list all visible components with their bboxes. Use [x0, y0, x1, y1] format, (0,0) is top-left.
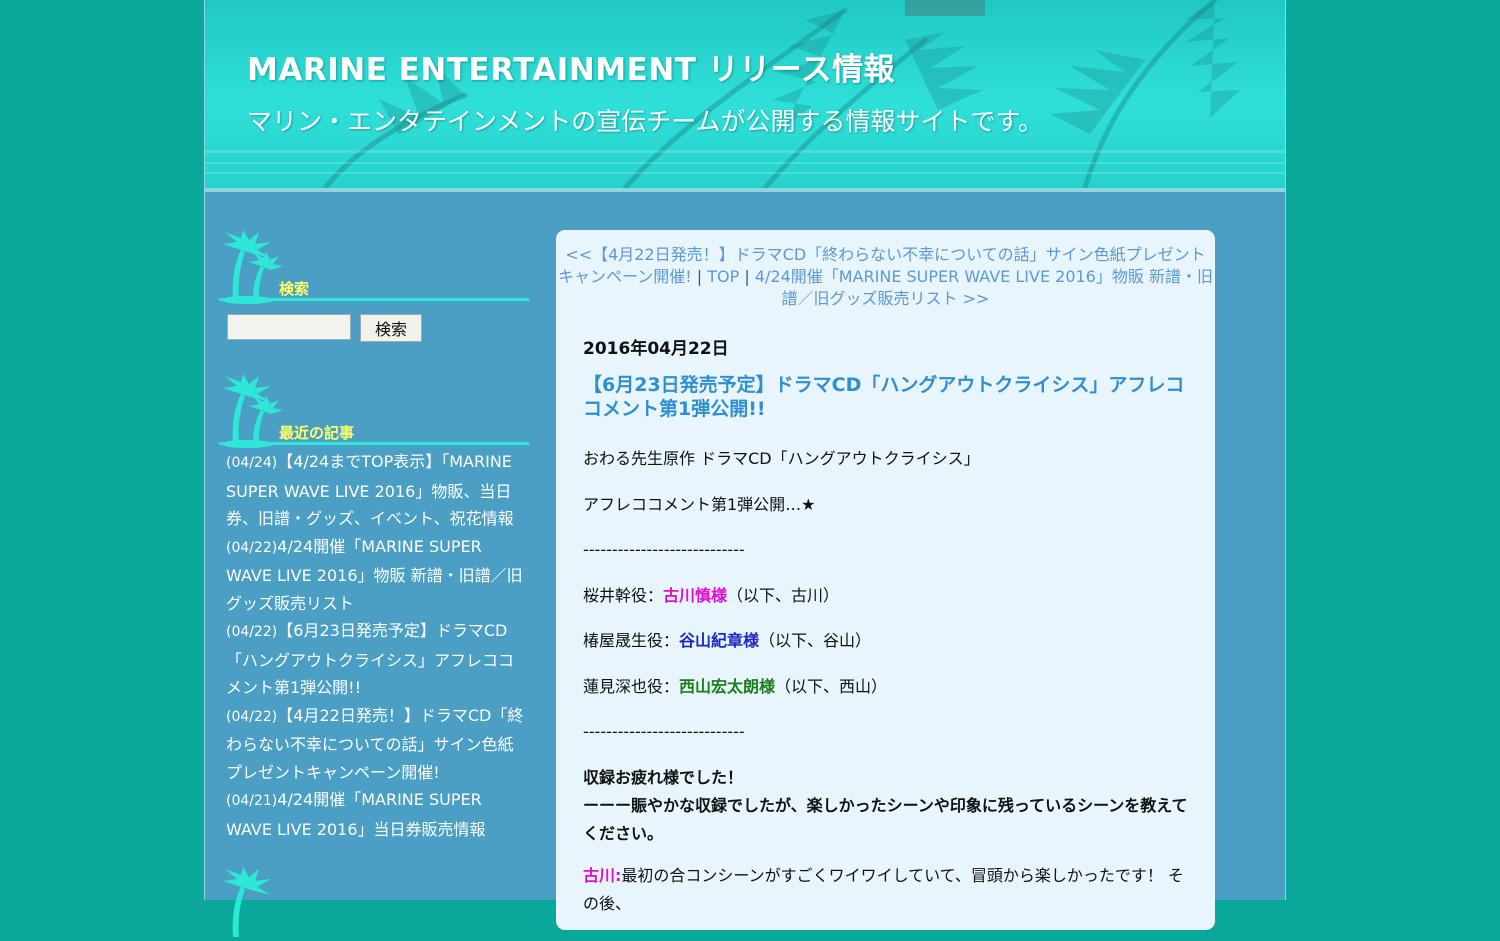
entry-answer: 古川:最初の合コンシーンがすごくワイワイしていて、冒頭から楽しかったです！ その…: [583, 862, 1198, 918]
main-content: <<【4月22日発売！】ドラマCD「終わらない不幸についての話」サイン色紙プレゼ…: [556, 230, 1215, 930]
cast-role: 桜井幹役：: [583, 585, 664, 605]
next-entry-link[interactable]: 4/24開催「MARINE SUPER WAVE LIVE 2016」物販 新譜…: [755, 267, 1213, 308]
recent-post-item[interactable]: (04/22)【6月23日発売予定】ドラマCD「ハングアウトクライシス」アフレコ…: [226, 617, 526, 702]
entry-intro-line: おわる先生原作 ドラマCD「ハングアウトクライシス」: [583, 449, 980, 468]
entry-greeting: 収録お疲れ様でした！: [583, 767, 744, 787]
recent-posts-list: (04/24)【4/24までTOP表示】「MARINE SUPER WAVE L…: [219, 448, 526, 843]
cast-name: 古川慎様: [663, 585, 728, 605]
cast-role: 椿屋晟生役：: [583, 631, 680, 650]
palm-leaves-header-art: [205, 0, 1285, 188]
header-divider: [205, 188, 1285, 192]
recent-post-item[interactable]: (04/24)【4/24までTOP表示】「MARINE SUPER WAVE L…: [226, 448, 526, 533]
recent-post-item[interactable]: (04/22)【4月22日発売！】ドラマCD「終わらない不幸についての話」サイン…: [226, 702, 526, 787]
entry-date: 2016年04月22日: [583, 339, 729, 359]
page-container: MARINE ENTERTAINMENT リリース情報 マリン・エンタテインメン…: [204, 0, 1286, 937]
entry-navigation: <<【4月22日発売！】ドラマCD「終わらない不幸についての話」サイン色紙プレゼ…: [556, 230, 1215, 310]
cast-line: 椿屋晟生役：谷山紀章様（以下、谷山）: [583, 627, 1198, 655]
recent-post-item[interactable]: (04/21)4/24開催「MARINE SUPER WAVE LIVE 201…: [226, 786, 526, 843]
recent-post-date: (04/22): [226, 539, 278, 556]
top-link[interactable]: TOP: [707, 267, 739, 286]
search-widget-heading: 検索: [219, 230, 529, 304]
palm-tree-icon: [223, 867, 271, 937]
entry-question: ーーー賑やかな収録でしたが、楽しかったシーンや印象に残っているシーンを教えてくだ…: [583, 795, 1188, 843]
site-description: マリン・エンタテインメントの宣伝チームが公開する情報サイトです。: [247, 107, 1044, 136]
cast-name: 谷山紀章様: [679, 631, 760, 650]
search-form: 検索: [219, 304, 529, 374]
cast-abbr: （以下、古川）: [727, 585, 840, 605]
cast-line: 桜井幹役：古川慎様（以下、古川）: [583, 582, 1198, 610]
cast-name: 西山宏太朗様: [679, 676, 776, 696]
recent-post-date: (04/22): [226, 624, 278, 640]
cast-abbr: （以下、西山）: [775, 676, 888, 696]
answer-text: 最初の合コンシーンがすごくワイワイしていて、冒頭から楽しかったです！ その後、: [583, 865, 1184, 913]
search-input[interactable]: [227, 314, 351, 340]
entry-intro-line: アフレココメント第1弾公開…★: [583, 494, 816, 514]
cast-role: 蓮見深也役：: [583, 676, 680, 696]
entry-divider: ----------------------------: [583, 540, 745, 559]
next-widget-heading: [219, 867, 529, 941]
nav-separator: |: [744, 267, 750, 286]
recent-post-date: (04/21): [226, 793, 278, 809]
cast-abbr: （以下、谷山）: [759, 631, 872, 650]
recent-post-item[interactable]: (04/22)4/24開催「MARINE SUPER WAVE LIVE 201…: [226, 533, 526, 618]
site-title[interactable]: MARINE ENTERTAINMENT リリース情報: [247, 44, 895, 89]
nav-separator: |: [696, 267, 703, 286]
entry-body: おわる先生原作 ドラマCD「ハングアウトクライシス」 アフレココメント第1弾公開…: [583, 445, 1198, 918]
cast-line: 蓮見深也役：西山宏太朗様（以下、西山）: [583, 673, 1198, 701]
entry-divider: ----------------------------: [583, 722, 745, 741]
recent-post-date: (04/24): [226, 455, 278, 471]
recent-posts-heading: 最近の記事: [279, 424, 355, 442]
answer-speaker: 古川:: [583, 865, 622, 885]
site-header: MARINE ENTERTAINMENT リリース情報 マリン・エンタテインメン…: [205, 0, 1285, 188]
search-button[interactable]: 検索: [360, 314, 422, 342]
entry: 2016年04月22日 【6月23日発売予定】ドラマCD「ハングアウトクライシス…: [583, 334, 1198, 918]
sidebar: 検索 検索 最近の記事 (04/24)【4/24までTOP表示】「MARINE …: [219, 230, 529, 941]
recent-widget-heading: 最近の記事: [219, 374, 529, 448]
palm-tree-icon: [219, 230, 529, 304]
recent-post-date: (04/22): [226, 708, 278, 725]
palm-tree-icon: [219, 374, 529, 448]
search-heading: 検索: [279, 280, 310, 298]
entry-title[interactable]: 【6月23日発売予定】ドラマCD「ハングアウトクライシス」アフレココメント第1弾…: [583, 373, 1198, 421]
